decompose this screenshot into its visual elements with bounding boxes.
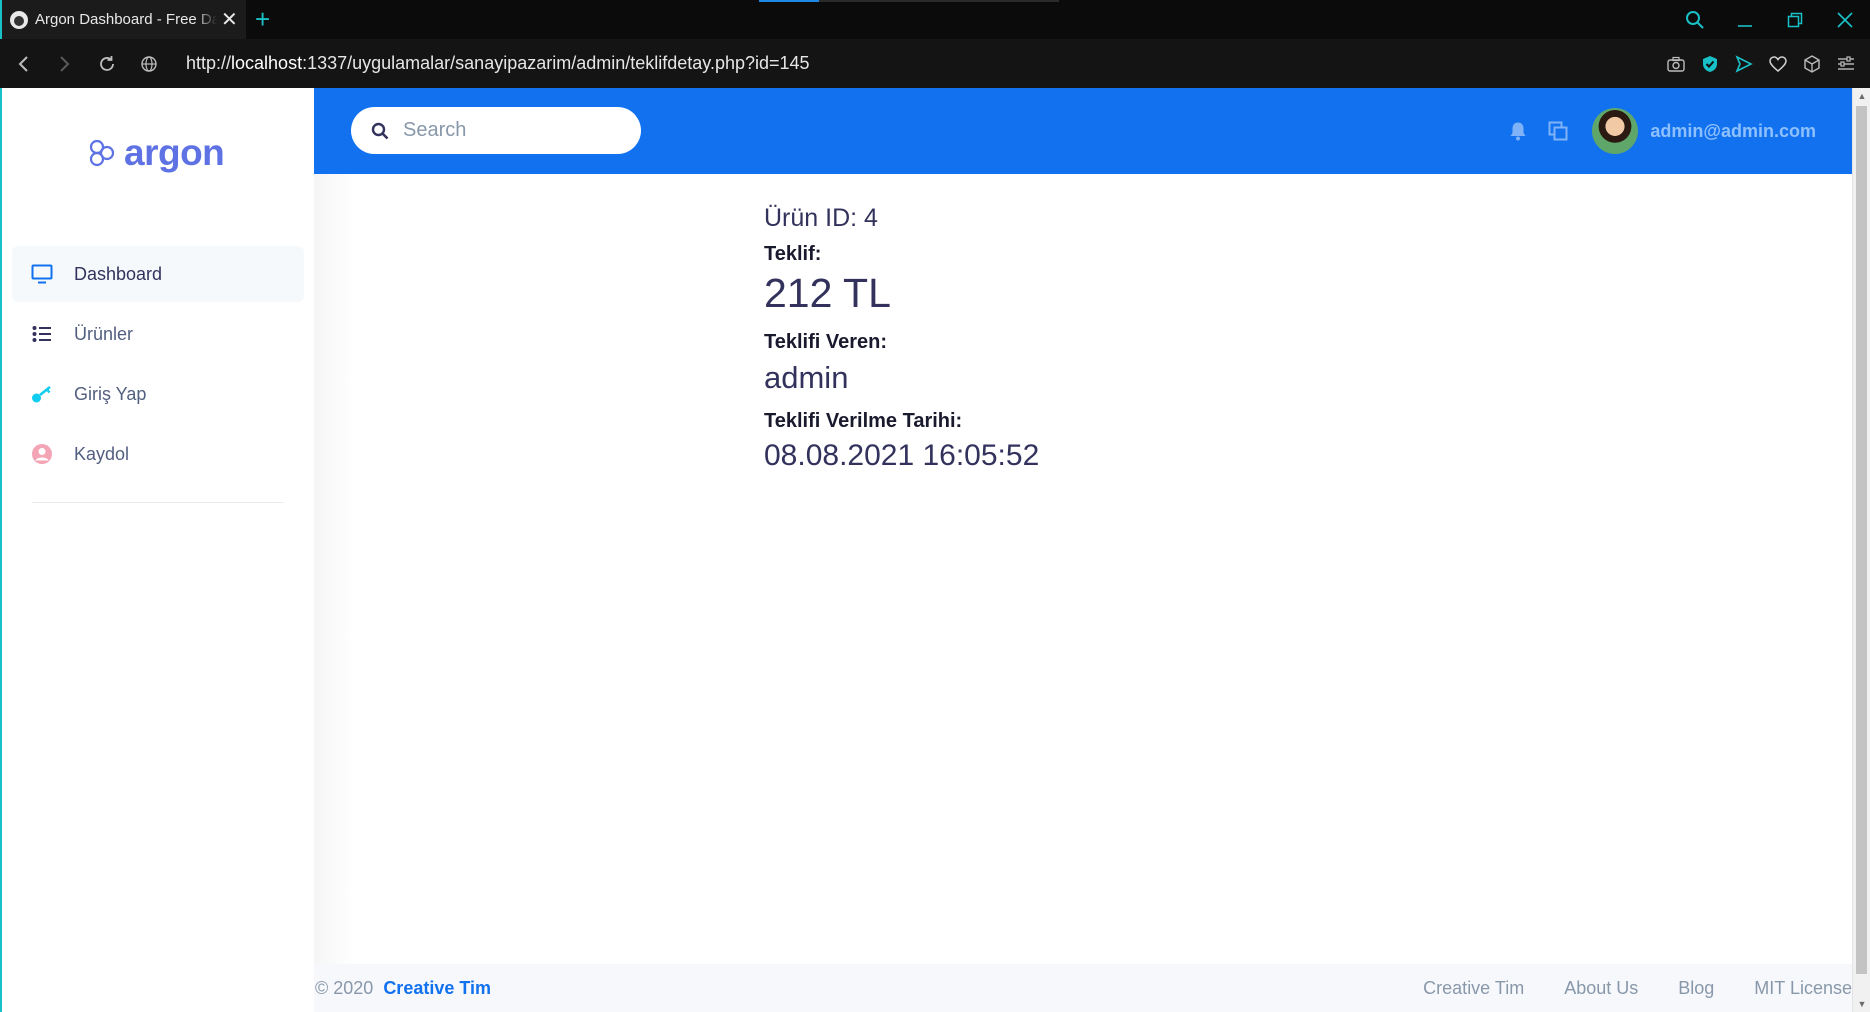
offer-label: Teklif:: [764, 243, 822, 265]
offerer-value: admin: [764, 360, 849, 395]
offerer-label: Teklifi Veren:: [764, 331, 888, 353]
offer-date-label: Teklifi Verilme Tarihi:: [764, 410, 963, 432]
browser-search-icon[interactable]: [1670, 0, 1720, 39]
search-icon: [371, 122, 389, 139]
sidebar-nav: Dashboard Ürünler Giriş Yap Kaydol: [12, 246, 304, 486]
send-icon[interactable]: [1734, 54, 1754, 74]
scroll-down-arrow-icon[interactable]: ▼: [1853, 996, 1870, 1012]
url-prefix: http://: [186, 53, 232, 73]
tab-close-button[interactable]: ✕: [221, 10, 238, 30]
address-bar: http://localhost:1337/uygulamalar/sanayi…: [0, 39, 1870, 88]
key-icon: [30, 382, 54, 406]
user-circle-icon: [30, 442, 54, 466]
footer-link-mit-license[interactable]: MIT License: [1754, 978, 1852, 999]
list-icon: [30, 322, 54, 346]
forward-icon[interactable]: [46, 45, 84, 83]
browser-titlebar: Argon Dashboard - Free Dashboard ✕ +: [0, 0, 1870, 39]
top-navbar: Search admin@admin.com: [314, 88, 1852, 174]
page-scrollbar[interactable]: ▲ ▼: [1852, 88, 1870, 1012]
footer-link-about-us[interactable]: About Us: [1564, 978, 1638, 999]
offer-value: 212 TL: [764, 270, 891, 316]
cube-icon[interactable]: [1802, 54, 1822, 74]
close-window-icon[interactable]: [1820, 0, 1870, 39]
sidebar: argon Dashboard Ürünler Giriş Yap Kaydol: [0, 88, 314, 1012]
url-path: :1337/uygulamalar/sanayipazarim/admin/te…: [302, 53, 810, 73]
content-shadow: [314, 174, 354, 964]
url-field[interactable]: http://localhost:1337/uygulamalar/sanayi…: [186, 53, 810, 74]
address-tools: [1666, 39, 1856, 88]
new-tab-button[interactable]: +: [255, 6, 270, 32]
camera-icon[interactable]: [1666, 54, 1686, 74]
offer-date-value: 08.08.2021 16:05:52: [764, 439, 1040, 472]
loading-indicator: [759, 0, 1059, 2]
brand-name: argon: [124, 132, 225, 173]
scroll-up-arrow-icon[interactable]: ▲: [1853, 88, 1870, 104]
navbar-user-area: admin@admin.com: [1506, 88, 1816, 174]
minimize-icon[interactable]: [1720, 0, 1770, 39]
footer-link-creative-tim[interactable]: Creative Tim: [1423, 978, 1524, 999]
footer-author-link[interactable]: Creative Tim: [383, 978, 491, 999]
sidebar-divider: [32, 502, 284, 503]
sidebar-item-dashboard[interactable]: Dashboard: [12, 246, 304, 302]
heart-icon[interactable]: [1768, 54, 1788, 74]
reload-icon[interactable]: [88, 45, 126, 83]
site-info-globe-icon[interactable]: [130, 45, 168, 83]
url-host: localhost: [231, 53, 303, 73]
footer-link-blog[interactable]: Blog: [1678, 978, 1714, 999]
restore-icon[interactable]: [1770, 0, 1820, 39]
copyright: © 2020: [315, 977, 374, 998]
product-id: Ürün ID: 4: [764, 204, 878, 232]
back-icon[interactable]: [4, 45, 42, 83]
browser-tab[interactable]: Argon Dashboard - Free Dashboard ✕: [0, 0, 246, 39]
sidebar-item-urunler[interactable]: Ürünler: [12, 306, 304, 362]
shield-icon[interactable]: [1700, 54, 1720, 74]
tab-title: Argon Dashboard - Free Dashboard: [35, 11, 217, 28]
avatar[interactable]: [1592, 108, 1639, 154]
sidebar-item-label: Giriş Yap: [74, 383, 147, 404]
menu-sliders-icon[interactable]: [1836, 54, 1856, 74]
search-placeholder: Search: [403, 119, 467, 141]
main-content: Ürün ID: 4 Teklif: 212 TL Teklifi Veren:…: [314, 174, 1852, 964]
sidebar-item-label: Dashboard: [74, 263, 163, 284]
sidebar-item-giris-yap[interactable]: Giriş Yap: [12, 366, 304, 422]
scroll-thumb[interactable]: [1856, 106, 1867, 974]
tab-favicon-icon: [10, 10, 28, 29]
sidebar-item-label: Ürünler: [74, 323, 134, 344]
copy-windows-icon[interactable]: [1546, 119, 1570, 143]
sidebar-item-kaydol[interactable]: Kaydol: [12, 426, 304, 482]
search-input[interactable]: Search: [351, 107, 641, 154]
offer-detail: Ürün ID: 4 Teklif: 212 TL Teklifi Veren:…: [764, 204, 1039, 473]
footer: © 2020 Creative Tim Creative Tim About U…: [314, 964, 1852, 1012]
argon-logo-icon: [89, 139, 115, 167]
user-email[interactable]: admin@admin.com: [1650, 121, 1816, 142]
sidebar-item-label: Kaydol: [74, 443, 130, 464]
brand-logo[interactable]: argon: [88, 132, 225, 174]
monitor-icon: [30, 262, 54, 286]
window-controls: [1670, 0, 1870, 39]
bell-icon[interactable]: [1506, 119, 1530, 143]
footer-links: Creative Tim About Us Blog MIT License: [1383, 964, 1852, 1012]
